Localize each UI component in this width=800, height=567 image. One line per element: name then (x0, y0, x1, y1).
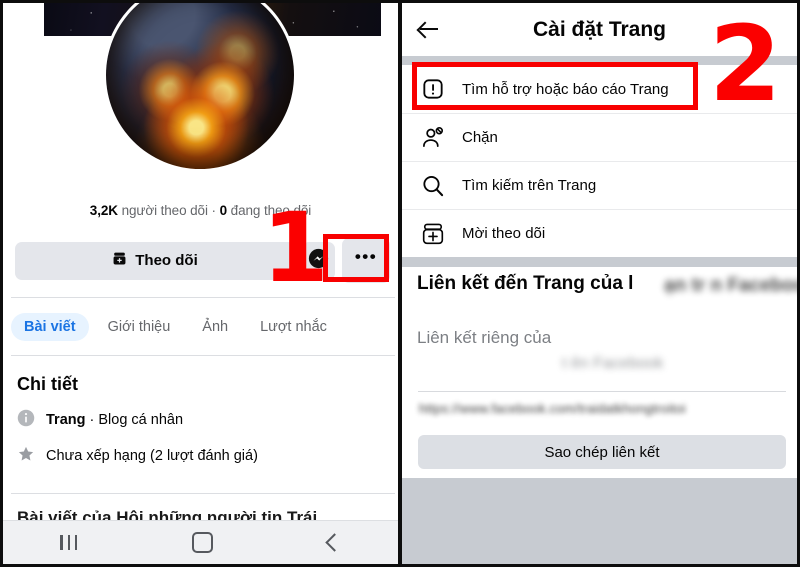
menu-item-invite-follow[interactable]: Mời theo dõi (402, 209, 797, 257)
tutorial-screenshot: 3,2K người theo dõi · 0 đang theo dõi Th… (0, 0, 800, 567)
search-icon (420, 173, 446, 199)
menu-item-label: Mời theo dõi (462, 225, 546, 242)
facebook-page-profile-screen: 3,2K người theo dõi · 0 đang theo dõi Th… (3, 3, 398, 564)
menu-item-search-on-page[interactable]: Tìm kiếm trên Trang (402, 161, 797, 209)
stats-separator: · (211, 203, 217, 218)
detail-rest: · Blog cá nhân (85, 412, 184, 428)
star-icon (17, 445, 35, 467)
settings-header: Cài đặt Trang (402, 3, 797, 56)
section-gap (402, 257, 797, 267)
menu-item-find-support-or-report[interactable]: Tìm hỗ trợ hoặc báo cáo Trang (402, 65, 797, 113)
header-gap (402, 56, 797, 65)
detail-row: Chưa xếp hạng (2 lượt đánh giá) (17, 445, 258, 467)
messenger-button[interactable] (302, 241, 335, 280)
menu-item-label: Tìm hỗ trợ hoặc báo cáo Trang (462, 80, 669, 98)
following-count: 0 (219, 203, 228, 218)
detail-row: Trang · Blog cá nhân (17, 409, 183, 431)
divider-above-url (418, 391, 786, 392)
divider-above-feed (11, 493, 395, 494)
left-phone-frame: 3,2K người theo dõi · 0 đang theo dõi Th… (0, 0, 400, 567)
divider-below-tabs (11, 355, 395, 356)
tab-gioi-thieu[interactable]: Giới thiệu (95, 313, 184, 341)
following-label: đang theo dõi (230, 203, 312, 218)
follower-stats: 3,2K người theo dõi · 0 đang theo dõi (3, 203, 398, 218)
detail-text: Trang · Blog cá nhân (46, 412, 183, 428)
page-url-blurred: https://www.facebook.com/traidatkhongtro… (419, 401, 686, 416)
exclamation-box-icon (420, 76, 446, 102)
page-settings-screen: Cài đặt Trang Tìm hỗ trợ hoặc báo cáo Tr… (402, 3, 797, 564)
tab-luot-nhac[interactable]: Lượt nhắc (247, 313, 340, 341)
invite-follow-icon (420, 221, 446, 247)
divider-above-tabs (11, 297, 395, 298)
copy-link-label: Sao chép liên kết (544, 443, 660, 461)
menu-item-label: Chặn (462, 129, 498, 146)
menu-item-block[interactable]: Chặn (402, 113, 797, 161)
bottom-gray-area (402, 478, 797, 564)
menu-item-label: Tìm kiếm trên Trang (462, 177, 597, 194)
link-section-title-blurred-tail: ạn tr n Facebook (664, 275, 797, 296)
link-section-title: Liên kết đến Trang của l (417, 273, 634, 294)
profile-action-bar: Theo dõi ••• (15, 238, 390, 283)
android-navigation-bar (3, 520, 398, 564)
followers-label: người theo dõi (121, 203, 208, 218)
info-icon (17, 409, 35, 431)
detail-bold: Trang (46, 412, 86, 428)
back-icon[interactable] (324, 533, 344, 552)
tab-anh[interactable]: Ảnh (189, 313, 241, 341)
follow-button[interactable]: Theo dõi (15, 241, 295, 280)
right-phone-frame: Cài đặt Trang Tìm hỗ trợ hoặc báo cáo Tr… (400, 0, 800, 567)
tab-bai-viet[interactable]: Bài viết (11, 313, 89, 341)
recents-icon[interactable] (60, 535, 78, 550)
copy-link-button[interactable]: Sao chép liên kết (418, 435, 786, 469)
detail-rest: Chưa xếp hạng (2 lượt đánh giá) (46, 448, 258, 464)
details-section-title: Chi tiết (17, 374, 78, 394)
page-title: Cài đặt Trang (532, 18, 667, 41)
link-section-subtitle: Liên kết riêng của (417, 328, 552, 347)
follow-jar-plus-icon (112, 251, 127, 270)
followers-count: 3,2K (89, 203, 118, 218)
profile-tabs: Bài viết Giới thiệu Ảnh Lượt nhắc (11, 313, 340, 341)
block-user-icon (420, 125, 446, 151)
follow-button-label: Theo dõi (135, 252, 198, 269)
home-icon[interactable] (191, 532, 213, 553)
avatar[interactable] (106, 3, 294, 169)
more-options-button[interactable]: ••• (342, 238, 390, 283)
link-section-subtitle-blurred-tail: t ên Facebook (562, 355, 664, 372)
messenger-icon (308, 248, 329, 274)
